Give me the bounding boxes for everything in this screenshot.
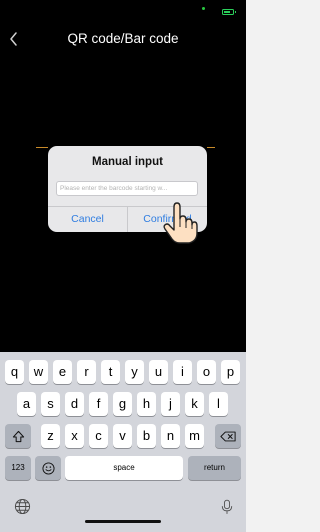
battery-icon	[222, 9, 236, 15]
scan-line	[207, 147, 215, 148]
emoji-key[interactable]	[35, 456, 61, 480]
emoji-icon	[41, 461, 55, 475]
key-h[interactable]: h	[137, 392, 156, 416]
key-p[interactable]: p	[221, 360, 240, 384]
nav-bar: QR code/Bar code	[0, 24, 246, 54]
key-z[interactable]: z	[41, 424, 60, 448]
page-title: QR code/Bar code	[67, 31, 179, 46]
key-c[interactable]: c	[89, 424, 108, 448]
shift-key[interactable]	[5, 424, 31, 448]
keyboard: q w e r t y u i o p a s d f g h j k l z …	[0, 352, 246, 532]
key-k[interactable]: k	[185, 392, 204, 416]
key-j[interactable]: j	[161, 392, 180, 416]
status-bar	[0, 0, 246, 22]
backspace-icon	[220, 431, 236, 441]
key-a[interactable]: a	[17, 392, 36, 416]
microphone-icon[interactable]	[221, 499, 233, 515]
numbers-key[interactable]: 123	[5, 456, 31, 480]
key-t[interactable]: t	[101, 360, 120, 384]
dialog-title: Manual input	[92, 156, 163, 168]
key-l[interactable]: l	[209, 392, 228, 416]
key-f[interactable]: f	[89, 392, 108, 416]
shift-icon	[12, 430, 24, 442]
key-r[interactable]: r	[77, 360, 96, 384]
space-key[interactable]: space	[65, 456, 183, 480]
cancel-button[interactable]: Cancel	[48, 207, 127, 232]
camera-indicator-icon	[202, 7, 205, 10]
key-g[interactable]: g	[113, 392, 132, 416]
key-m[interactable]: m	[185, 424, 204, 448]
key-n[interactable]: n	[161, 424, 180, 448]
key-d[interactable]: d	[65, 392, 84, 416]
screen: QR code/Bar code Manual input Cancel Con…	[0, 0, 246, 532]
key-o[interactable]: o	[197, 360, 216, 384]
key-w[interactable]: w	[29, 360, 48, 384]
key-y[interactable]: y	[125, 360, 144, 384]
key-u[interactable]: u	[149, 360, 168, 384]
key-b[interactable]: b	[137, 424, 156, 448]
pointing-hand-icon	[163, 202, 198, 244]
key-x[interactable]: x	[65, 424, 84, 448]
key-q[interactable]: q	[5, 360, 24, 384]
globe-icon[interactable]	[14, 498, 31, 515]
return-key[interactable]: return	[188, 456, 241, 480]
key-i[interactable]: i	[173, 360, 192, 384]
key-e[interactable]: e	[53, 360, 72, 384]
key-v[interactable]: v	[113, 424, 132, 448]
scan-line	[36, 147, 48, 148]
delete-key[interactable]	[215, 424, 241, 448]
key-s[interactable]: s	[41, 392, 60, 416]
home-indicator	[85, 520, 161, 523]
barcode-input[interactable]	[56, 181, 198, 196]
